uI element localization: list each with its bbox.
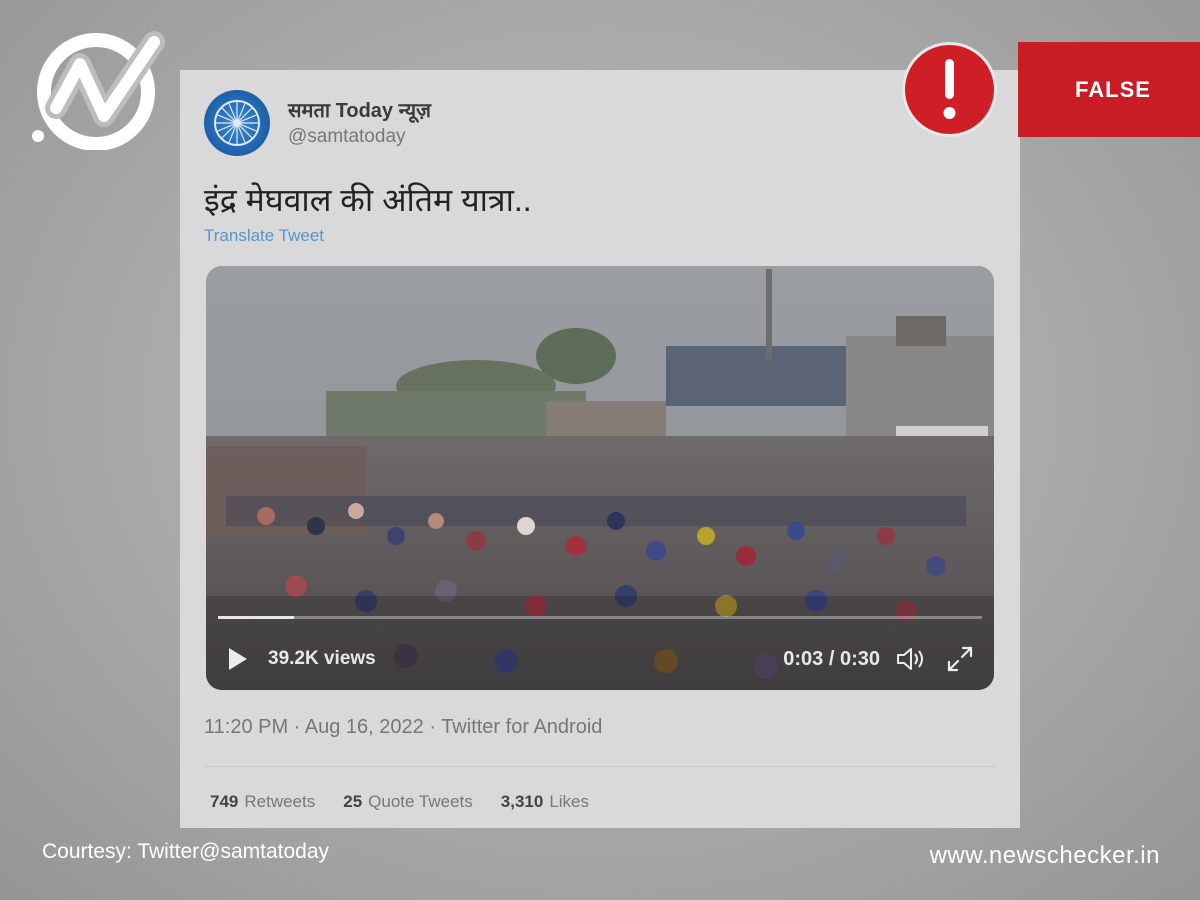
stat-label: Retweets [244,792,316,811]
tweet-stats: 749 Retweets 25 Quote Tweets 3,310 Likes [210,792,589,812]
newschecker-logo-icon [30,30,165,151]
verdict-badge: FALSE [1018,42,1200,137]
video-time: 0:03 / 0:30 [783,648,880,670]
divider [204,766,996,767]
video-progress-bar[interactable] [218,616,982,619]
tweet-text: इंद्र मेघवाल की अंतिम यात्रा.. [204,182,532,218]
user-handle[interactable]: @samtatoday [288,126,406,148]
courtesy-credit: Courtesy: Twitter@samtatoday [42,840,330,863]
video-progress-fill [218,616,295,619]
stat-count: 25 [343,792,363,811]
stat-count: 749 [210,792,239,811]
tweet-card: समता Today न्यूज़ @samtatoday इंद्र मेघव… [180,70,1020,828]
stat-quote-tweets[interactable]: 25 Quote Tweets [343,792,473,812]
fullscreen-icon[interactable] [946,645,974,673]
alert-icon [902,42,997,137]
video-player[interactable]: 39.2K views 0:03 / 0:30 [206,266,994,690]
volume-icon[interactable] [896,646,928,672]
video-frame [206,266,994,690]
stat-label: Quote Tweets [368,792,473,811]
translate-tweet-link[interactable]: Translate Tweet [204,226,324,246]
view-count: 39.2K views [268,648,376,669]
stat-likes[interactable]: 3,310 Likes [501,792,589,812]
play-icon[interactable] [226,646,250,672]
stat-retweets[interactable]: 749 Retweets [210,792,315,812]
avatar[interactable] [204,90,270,156]
stat-count: 3,310 [500,792,544,811]
ashoka-chakra-icon [214,100,260,146]
site-url[interactable]: www.newschecker.in [930,842,1160,870]
display-name[interactable]: समता Today न्यूज़ [288,96,431,123]
tweet-metadata: 11:20 PM · Aug 16, 2022 · Twitter for An… [204,716,603,738]
stat-label: Likes [549,792,589,811]
